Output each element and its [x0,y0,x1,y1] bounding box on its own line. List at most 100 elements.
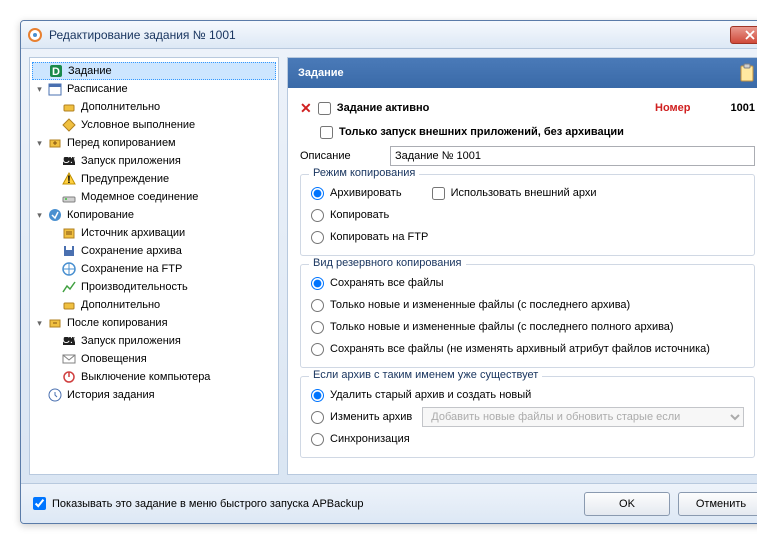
close-button[interactable] [730,26,757,44]
description-label: Описание [300,150,390,162]
tree-item-label: Сохранение архива [81,245,182,257]
sync-label[interactable]: Синхронизация [330,433,410,445]
modify-archive-radio[interactable] [311,411,324,424]
tree-item[interactable]: DЗадание [32,62,276,80]
tree-toggle-icon [48,228,59,239]
before-icon [47,135,63,151]
delete-old-label[interactable]: Удалить старый архив и создать новый [330,389,531,401]
task-active-checkbox[interactable] [318,102,331,115]
tree-toggle-icon[interactable]: ▾ [34,138,45,149]
tree-item[interactable]: Сохранение архива [32,242,276,260]
tree-item[interactable]: Дополнительно [32,98,276,116]
copy-ftp-label[interactable]: Копировать на FTP [330,231,428,243]
external-archive-checkbox[interactable] [432,187,445,200]
tree-item-label: Источник архивации [81,227,185,239]
x-icon: ✕ [300,100,312,117]
app-icon: C:\ [61,333,77,349]
svg-text:!: ! [67,174,71,186]
tree-item[interactable]: Дополнительно [32,296,276,314]
tree-item[interactable]: C:\ Запуск приложения [32,152,276,170]
window-title: Редактирование задания № 1001 [49,28,730,42]
ftp-icon [61,261,77,277]
tree-item-label: Оповещения [81,353,147,365]
tree-item[interactable]: Источник архивации [32,224,276,242]
tree-item-label: Сохранение на FTP [81,263,182,275]
tree-item-label: После копирования [67,317,168,329]
only-new-radio[interactable] [311,299,324,312]
tree-item-label: Предупреждение [81,173,169,185]
save-all-radio[interactable] [311,277,324,290]
tree-item-label: История задания [67,389,155,401]
save-icon [61,243,77,259]
backup-type-group: Вид резервного копирования Сохранять все… [300,264,755,368]
tree-item-label: Модемное соединение [81,191,198,203]
addon-icon [61,99,77,115]
perf-icon [61,279,77,295]
body-area: DЗадание ▾ Расписание Дополнительно Условное… [21,49,757,483]
tree-item[interactable]: Оповещения [32,350,276,368]
tree-toggle-icon[interactable]: ▾ [34,210,45,221]
only-new-full-radio[interactable] [311,321,324,334]
tree-toggle-icon [48,120,59,131]
tree-item[interactable]: ▾Копирование [32,206,276,224]
save-all-label[interactable]: Сохранять все файлы [330,277,444,289]
tree-toggle-icon[interactable]: ▾ [34,318,45,329]
tree-item[interactable]: Производительность [32,278,276,296]
tree-item[interactable]: ▾ Расписание [32,80,276,98]
history-icon [47,387,63,403]
source-icon [61,225,77,241]
number-label: Номер [655,102,691,114]
nav-tree[interactable]: DЗадание ▾ Расписание Дополнительно Условное… [29,57,279,475]
modify-mode-select[interactable]: Добавить новые файлы и обновить старые е… [422,407,744,427]
clipboard-icon [737,63,757,83]
cond-icon [61,117,77,133]
tree-item[interactable]: Условное выполнение [32,116,276,134]
copy-radio[interactable] [311,209,324,222]
only-external-label: Только запуск внешних приложений, без ар… [339,126,624,138]
external-archive-label[interactable]: Использовать внешний архи [451,187,597,199]
task-active-label: Задание активно [337,102,430,114]
tree-item[interactable]: ▾Перед копированием [32,134,276,152]
tree-item-label: Запуск приложения [81,155,181,167]
tree-toggle-icon [48,102,59,113]
titlebar: Редактирование задания № 1001 [21,21,757,49]
dialog-window: Редактирование задания № 1001 DЗадание ▾ Р… [20,20,757,524]
if-exists-title: Если архив с таким именем уже существует [309,369,542,381]
save-all-noattr-label[interactable]: Сохранять все файлы (не изменять архивны… [330,343,710,355]
copy-mode-group: Режим копирования Архивировать Использов… [300,174,755,256]
copy-mode-title: Режим копирования [309,167,419,179]
only-new-label[interactable]: Только новые и измененные файлы (с после… [330,299,630,311]
tree-item-label: Расписание [67,83,128,95]
delete-old-radio[interactable] [311,389,324,402]
tree-item-label: Выключение компьютера [81,371,210,383]
tree-item[interactable]: История задания [32,386,276,404]
save-all-noattr-radio[interactable] [311,343,324,356]
tree-item[interactable]: ▾ После копирования [32,314,276,332]
only-external-checkbox[interactable] [320,126,333,139]
tree-item[interactable]: C:\ Запуск приложения [32,332,276,350]
tree-item[interactable]: Выключение компьютера [32,368,276,386]
copy-ftp-radio[interactable] [311,231,324,244]
tree-item-label: Задание [68,65,112,77]
tree-toggle-icon [35,66,46,77]
tree-toggle-icon [48,354,59,365]
copy-icon [47,207,63,223]
tree-item[interactable]: Модемное соединение [32,188,276,206]
sync-radio[interactable] [311,433,324,446]
tree-item[interactable]: ! Предупреждение [32,170,276,188]
archive-radio[interactable] [311,187,324,200]
tree-item-label: Условное выполнение [81,119,195,131]
tree-toggle-icon [48,246,59,257]
tree-item-label: Дополнительно [81,101,160,113]
copy-label[interactable]: Копировать [330,209,389,221]
tree-item-label: Запуск приложения [81,335,181,347]
description-input[interactable] [390,146,755,166]
only-new-full-label[interactable]: Только новые и измененные файлы (с после… [330,321,674,333]
tree-item[interactable]: Сохранение на FTP [32,260,276,278]
tree-toggle-icon [48,192,59,203]
svg-text:C:\: C:\ [62,154,77,166]
tree-toggle-icon[interactable]: ▾ [34,84,45,95]
modify-archive-label[interactable]: Изменить архив [330,411,412,423]
archive-label[interactable]: Архивировать [330,187,402,199]
content-header: Задание [288,58,757,88]
